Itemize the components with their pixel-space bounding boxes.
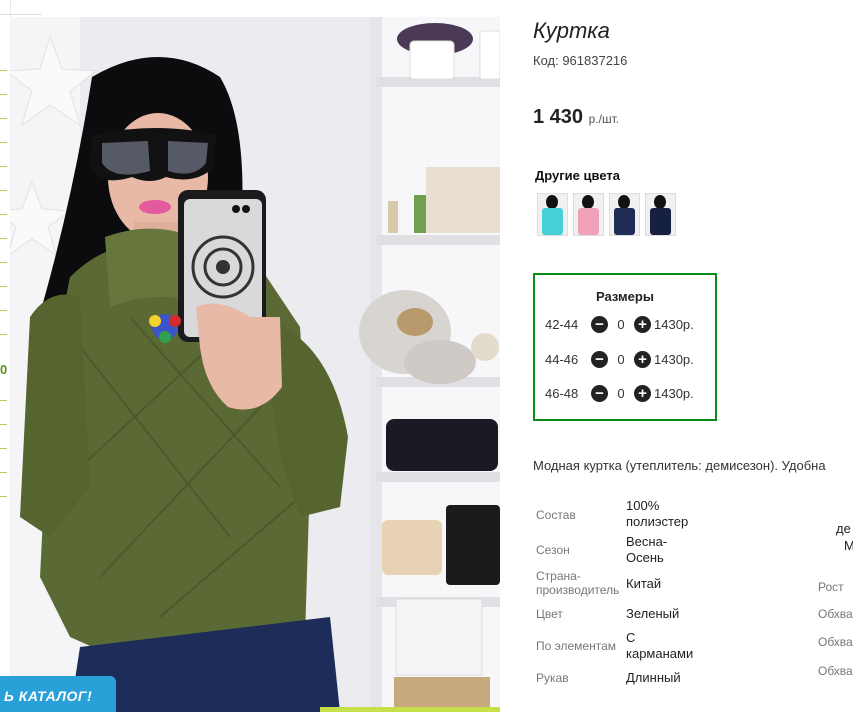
other-colors-heading: Другие цвета — [535, 168, 620, 183]
plus-button[interactable]: + — [634, 384, 651, 402]
spec-label: Страна-производитель — [536, 569, 620, 597]
size-label: 44-46 — [545, 351, 579, 367]
quantity-value[interactable]: 0 — [608, 317, 634, 332]
product-description: Модная куртка (утеплитель: демисезон). У… — [533, 458, 826, 473]
product-photo[interactable] — [10, 17, 500, 712]
plus-button[interactable]: + — [634, 315, 651, 333]
product-title: Куртка — [533, 18, 610, 43]
right-column-text: М — [844, 538, 853, 553]
divider — [0, 400, 7, 401]
divider — [0, 190, 7, 191]
divider — [0, 238, 7, 239]
divider — [0, 424, 7, 425]
spec-label: Цвет — [536, 607, 563, 621]
spec-value: Длинный — [626, 670, 681, 685]
divider — [0, 334, 7, 335]
spec-value: Зеленый — [626, 606, 680, 621]
color-swatch[interactable] — [609, 193, 640, 236]
sidebar-digit: 0 — [0, 362, 8, 377]
size-label: 42-44 — [545, 316, 579, 332]
size-price: 1430р. — [654, 351, 694, 367]
divider — [0, 142, 7, 143]
divider — [0, 166, 7, 167]
color-swatch[interactable] — [573, 193, 604, 236]
right-spec-label: Обхва — [818, 664, 853, 678]
swatch-jacket — [542, 208, 563, 235]
right-spec-label: Рост — [818, 580, 844, 594]
spec-label: Сезон — [536, 543, 570, 557]
size-row: 44-46 − 0 + 1430р. — [545, 349, 694, 369]
product-price: 1 430 р./шт. — [533, 106, 619, 129]
color-swatch[interactable] — [645, 193, 676, 236]
minus-button[interactable]: − — [591, 315, 608, 333]
divider — [0, 286, 7, 287]
price-value: 1 430 — [533, 106, 584, 128]
divider — [0, 214, 7, 215]
size-row: 46-48 − 0 + 1430р. — [545, 383, 694, 403]
swatch-jacket — [578, 208, 599, 235]
right-spec-label: Обхва — [818, 635, 853, 649]
divider — [0, 448, 7, 449]
divider — [0, 496, 7, 497]
spec-value: 100% полиэстер — [626, 498, 689, 529]
spec-label: Состав — [536, 508, 576, 522]
quantity-value[interactable]: 0 — [608, 386, 634, 401]
catalog-button[interactable]: Ь КАТАЛОГ! — [0, 676, 116, 712]
plus-button[interactable]: + — [634, 350, 651, 368]
spec-label: По элементам — [536, 639, 617, 653]
swatch-jacket — [614, 208, 635, 235]
spec-value: С карманами — [626, 630, 694, 661]
divider — [0, 472, 7, 473]
divider — [0, 262, 7, 263]
divider — [0, 70, 7, 71]
right-spec-label: Обхва — [818, 607, 853, 621]
right-column-text: де — [836, 521, 851, 536]
sizes-heading: Размеры — [596, 289, 654, 304]
spec-value: Китай — [626, 576, 662, 591]
divider — [0, 118, 7, 119]
color-swatch[interactable] — [537, 193, 568, 236]
minus-button[interactable]: − — [591, 350, 608, 368]
size-price: 1430р. — [654, 316, 694, 332]
swatch-jacket — [650, 208, 671, 235]
sizes-panel: Размеры 42-44 − 0 + 1430р. 44-46 − 0 + 1… — [533, 273, 717, 421]
size-label: 46-48 — [545, 385, 579, 401]
spec-value: Весна-Осень — [626, 534, 668, 565]
divider — [0, 94, 7, 95]
divider — [0, 310, 7, 311]
divider — [0, 14, 42, 15]
size-row: 42-44 − 0 + 1430р. — [545, 314, 694, 334]
product-code: Код: 961837216 — [533, 53, 628, 68]
footer-accent-bar — [320, 707, 500, 712]
spec-label: Рукав — [536, 671, 569, 685]
size-price: 1430р. — [654, 385, 694, 401]
price-unit: р./шт. — [588, 112, 620, 126]
minus-button[interactable]: − — [591, 384, 608, 402]
quantity-value[interactable]: 0 — [608, 352, 634, 367]
color-swatches — [537, 193, 676, 236]
